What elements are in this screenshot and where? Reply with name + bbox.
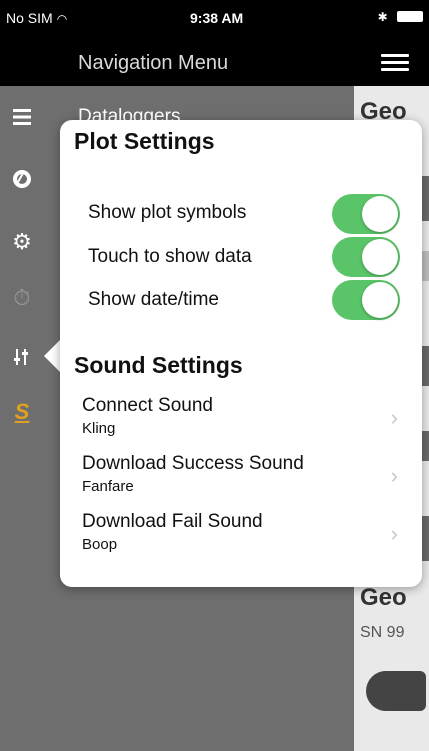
nav-title: Navigation Menu [78, 52, 229, 74]
connect-sound-value: Kling [82, 420, 116, 437]
timer-icon[interactable]: ⏱ [10, 286, 34, 310]
status-right: ✱ [378, 10, 423, 24]
sound-settings-title: Sound Settings [74, 352, 243, 378]
hamburger-menu-icon[interactable] [381, 54, 409, 72]
download-success-sound-label: Download Success Sound [82, 453, 304, 474]
brand-circle-icon[interactable] [10, 168, 34, 192]
show-date-time-label: Show date/time [88, 289, 219, 310]
device-image [366, 671, 426, 711]
chevron-right-icon: › [390, 521, 398, 546]
show-plot-symbols-label: Show plot symbols [88, 202, 247, 223]
download-fail-sound-value: Boop [82, 536, 118, 553]
download-success-sound-row[interactable]: Download Success Sound Fanfare › [82, 453, 402, 503]
chevron-right-icon: › [390, 463, 398, 488]
peek-title-2: Geo [360, 584, 407, 611]
nav-header: Navigation Menu [0, 40, 429, 86]
download-success-sound-value: Fanfare [82, 478, 134, 495]
sliders-icon[interactable] [10, 346, 34, 370]
show-date-time-toggle[interactable] [332, 280, 400, 320]
status-bar: No SIM ◠ 9:38 AM ✱ [0, 0, 429, 40]
bluetooth-icon: ✱ [377, 10, 388, 24]
connect-sound-row[interactable]: Connect Sound Kling › [82, 395, 402, 445]
clock: 9:38 AM [190, 10, 244, 26]
plot-settings-title: Plot Settings [74, 128, 215, 154]
s-logo-icon[interactable]: S [10, 400, 34, 424]
touch-to-show-data-label: Touch to show data [88, 246, 252, 267]
battery-icon [397, 11, 423, 22]
settings-popover: Plot Settings Show plot symbols Touch to… [60, 120, 422, 587]
show-plot-symbols-toggle[interactable] [332, 194, 400, 234]
popover-pointer [44, 340, 60, 372]
touch-to-show-data-toggle[interactable] [332, 237, 400, 277]
list-icon[interactable] [10, 106, 34, 130]
connect-sound-label: Connect Sound [82, 395, 213, 416]
download-fail-sound-row[interactable]: Download Fail Sound Boop › [82, 511, 402, 561]
carrier-label: No SIM ◠ [6, 10, 68, 26]
download-fail-sound-label: Download Fail Sound [82, 511, 263, 532]
wifi-icon: ◠ [56, 12, 68, 26]
gear-icon[interactable]: ⚙ [10, 230, 34, 254]
peek-serial: SN 99 [360, 624, 405, 641]
chevron-right-icon: › [390, 405, 398, 430]
